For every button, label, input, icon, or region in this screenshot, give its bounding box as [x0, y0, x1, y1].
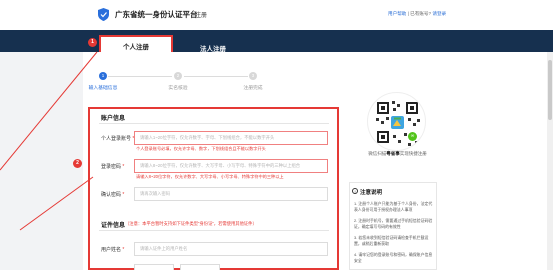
callout-badge-2: 2 [73, 159, 82, 168]
callout-badge-1: 1 [88, 38, 97, 47]
page: 广东省统一身份认证平台 注册 用户帮助 | 已有账号? 请登录 个人注册 法人注… [0, 0, 553, 270]
annotation-arrows [0, 51, 98, 231]
